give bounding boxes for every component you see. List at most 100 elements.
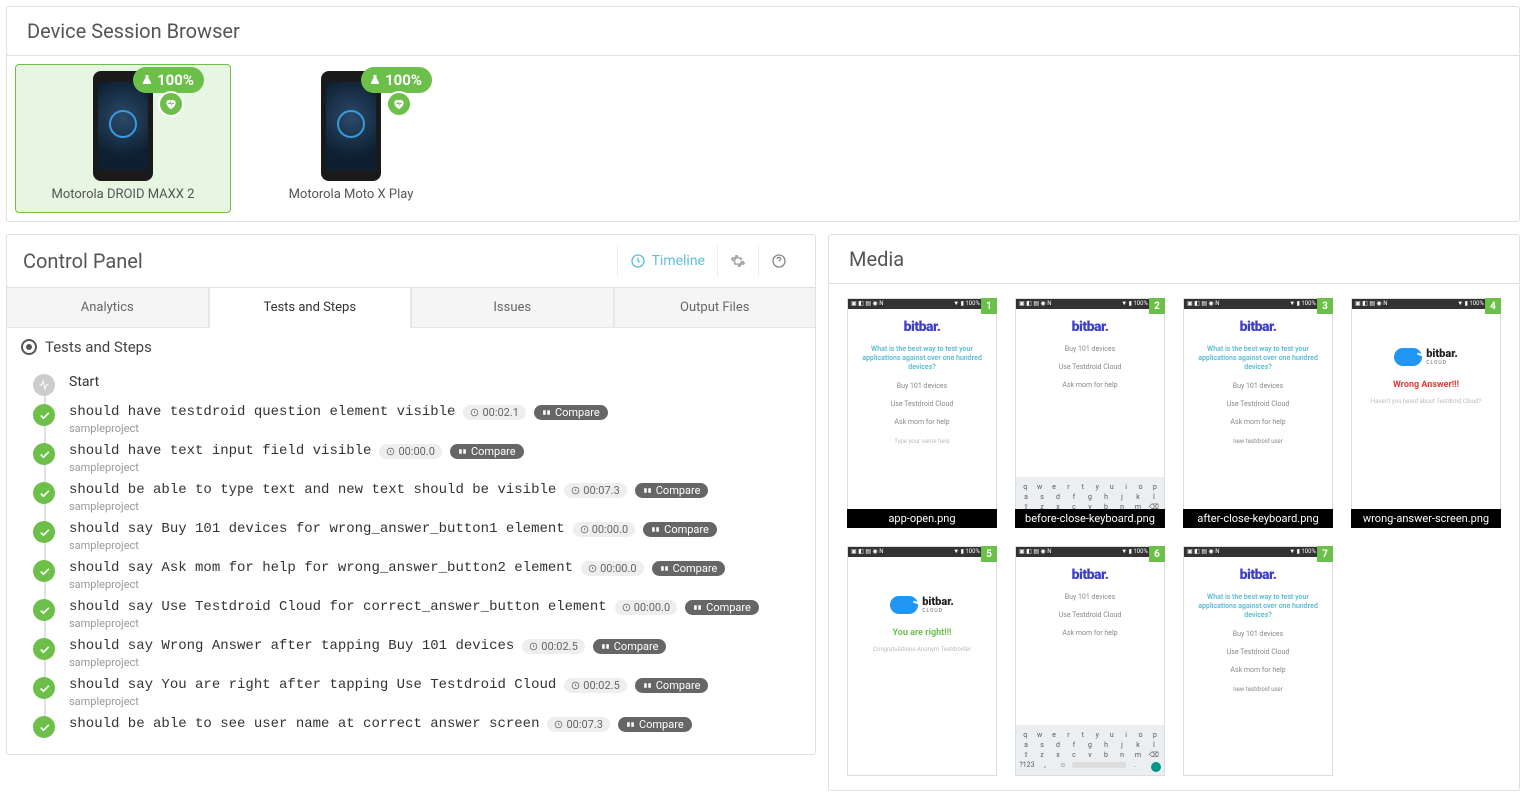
pass-icon (33, 560, 55, 582)
clock-icon (554, 720, 563, 729)
compare-button[interactable]: Compare (652, 561, 726, 576)
device-browser-title: Device Session Browser (7, 7, 1519, 56)
tab-output-files[interactable]: Output Files (614, 288, 816, 328)
timeline-button[interactable]: Timeline (617, 245, 717, 277)
clock-icon (630, 253, 646, 269)
compare-icon (643, 486, 652, 495)
thumbnail-number: 4 (1485, 298, 1501, 314)
clock-icon (571, 486, 580, 495)
pass-icon (33, 716, 55, 738)
screenshot-thumbnail[interactable]: ▣ ◧ ▤ ◉ N▼ ▮ 100% 11:3bitbar.What is the… (1183, 546, 1333, 776)
step-project: sampleproject (69, 656, 801, 669)
thumbnail-number: 3 (1317, 298, 1333, 314)
screenshot-thumbnail[interactable]: ▣ ◧ ▤ ◉ N▼ ▮ 100% 11:3bitbar.What is the… (847, 298, 997, 528)
clock-icon (529, 642, 538, 651)
test-step[interactable]: should have testdroid question element v… (33, 398, 801, 437)
compare-button[interactable]: Compare (643, 522, 717, 537)
pass-icon (33, 443, 55, 465)
success-badge: 100% (133, 67, 204, 93)
compare-icon (643, 681, 652, 690)
test-step[interactable]: should have text input field visible 00:… (33, 437, 801, 476)
step-title: should be able to type text and new text… (69, 482, 556, 498)
step-title: should have text input field visible (69, 443, 371, 459)
media-title: Media (829, 235, 1519, 284)
step-project: sampleproject (69, 578, 801, 591)
start-label: Start (69, 374, 99, 390)
thumbnail-caption: after-close-keyboard.png (1183, 509, 1333, 528)
thumbnail-number: 6 (1149, 546, 1165, 562)
help-icon (771, 253, 787, 269)
target-icon (21, 339, 37, 355)
step-duration: 00:00.0 (581, 561, 643, 576)
compare-button[interactable]: Compare (685, 600, 759, 615)
device-card[interactable]: 100% Motorola Moto X Play (243, 64, 459, 213)
compare-button[interactable]: Compare (635, 678, 709, 693)
help-button[interactable] (758, 245, 799, 277)
step-duration: 00:02.5 (522, 639, 584, 654)
compare-button[interactable]: Compare (450, 444, 524, 459)
step-title: should have testdroid question element v… (69, 404, 455, 420)
test-step[interactable]: should say Wrong Answer after tapping Bu… (33, 632, 801, 671)
tab-tests-and-steps[interactable]: Tests and Steps (209, 288, 412, 328)
thumbnail-image: ▣ ◧ ▤ ◉ N▼ ▮ 100% 11:3bitbar.CLOUDWrong … (1351, 298, 1501, 528)
thumbnail-image: ▣ ◧ ▤ ◉ N▼ ▮ 100% 11:3bitbar.What is the… (847, 298, 997, 528)
thumbnail-caption: before-close-keyboard.png (1015, 509, 1165, 528)
step-project: sampleproject (69, 539, 801, 552)
clock-icon (386, 447, 395, 456)
pass-icon (33, 677, 55, 699)
pass-icon (33, 521, 55, 543)
step-title: should say Ask mom for help for wrong_an… (69, 560, 573, 576)
thumbnail-caption: app-open.png (847, 509, 997, 528)
test-step[interactable]: should say Ask mom for help for wrong_an… (33, 554, 801, 593)
thumbnail-image: ▣ ◧ ▤ ◉ N▼ ▮ 100% 11:3bitbar.Buy 101 dev… (1015, 546, 1165, 776)
compare-icon (693, 603, 702, 612)
flask-icon (141, 74, 153, 86)
tab-issues[interactable]: Issues (411, 288, 614, 328)
clock-icon (470, 408, 479, 417)
step-project: sampleproject (69, 695, 801, 708)
step-duration: 00:00.0 (615, 600, 677, 615)
step-duration: 00:02.5 (564, 678, 626, 693)
thumbnail-number: 5 (981, 546, 997, 562)
compare-icon (651, 525, 660, 534)
compare-button[interactable]: Compare (534, 405, 608, 420)
compare-button[interactable]: Compare (618, 717, 692, 732)
tab-analytics[interactable]: Analytics (7, 288, 209, 328)
thumbnail-image: ▣ ◧ ▤ ◉ N▼ ▮ 100% 11:3bitbar.Buy 101 dev… (1015, 298, 1165, 528)
settings-button[interactable] (717, 245, 758, 277)
device-card[interactable]: 100% Motorola DROID MAXX 2 (15, 64, 231, 213)
screenshot-thumbnail[interactable]: ▣ ◧ ▤ ◉ N▼ ▮ 100% 11:3bitbar.Buy 101 dev… (1015, 546, 1165, 776)
compare-button[interactable]: Compare (635, 483, 709, 498)
thumbnail-image: ▣ ◧ ▤ ◉ N▼ ▮ 100% 11:3bitbar.What is the… (1183, 546, 1333, 776)
step-project: sampleproject (69, 461, 801, 474)
thumbnail-image: ▣ ◧ ▤ ◉ N▼ ▮ 100% 11:3bitbar.CLOUDYou ar… (847, 546, 997, 776)
clock-icon (580, 525, 589, 534)
thumbnail-caption: wrong-answer-screen.png (1351, 509, 1501, 528)
screenshot-thumbnail[interactable]: ▣ ◧ ▤ ◉ N▼ ▮ 100% 11:3bitbar.Buy 101 dev… (1015, 298, 1165, 528)
test-step[interactable]: should say Use Testdroid Cloud for corre… (33, 593, 801, 632)
test-step[interactable]: should be able to see user name at corre… (33, 710, 801, 740)
step-duration: 00:07.3 (547, 717, 609, 732)
start-icon (33, 374, 55, 396)
success-badge: 100% (361, 67, 432, 93)
test-step[interactable]: should say Buy 101 devices for wrong_ans… (33, 515, 801, 554)
pass-icon (33, 404, 55, 426)
compare-button[interactable]: Compare (593, 639, 667, 654)
thumbnail-number: 1 (981, 298, 997, 314)
pass-icon (33, 482, 55, 504)
test-step[interactable]: should be able to type text and new text… (33, 476, 801, 515)
device-session-browser: Device Session Browser 100% Motorola DRO… (6, 6, 1520, 222)
pass-icon (33, 638, 55, 660)
compare-icon (601, 642, 610, 651)
compare-icon (626, 720, 635, 729)
step-title: should say You are right after tapping U… (69, 677, 556, 693)
compare-icon (660, 564, 669, 573)
step-title: should be able to see user name at corre… (69, 716, 539, 732)
screenshot-thumbnail[interactable]: ▣ ◧ ▤ ◉ N▼ ▮ 100% 11:3bitbar.CLOUDWrong … (1351, 298, 1501, 528)
screenshot-thumbnail[interactable]: ▣ ◧ ▤ ◉ N▼ ▮ 100% 11:3bitbar.What is the… (1183, 298, 1333, 528)
control-panel-title: Control Panel (23, 249, 143, 273)
test-step[interactable]: should say You are right after tapping U… (33, 671, 801, 710)
control-panel: Control Panel Timeline A (6, 234, 816, 755)
tests-steps-heading: Tests and Steps (7, 328, 815, 362)
screenshot-thumbnail[interactable]: ▣ ◧ ▤ ◉ N▼ ▮ 100% 11:3bitbar.CLOUDYou ar… (847, 546, 997, 776)
